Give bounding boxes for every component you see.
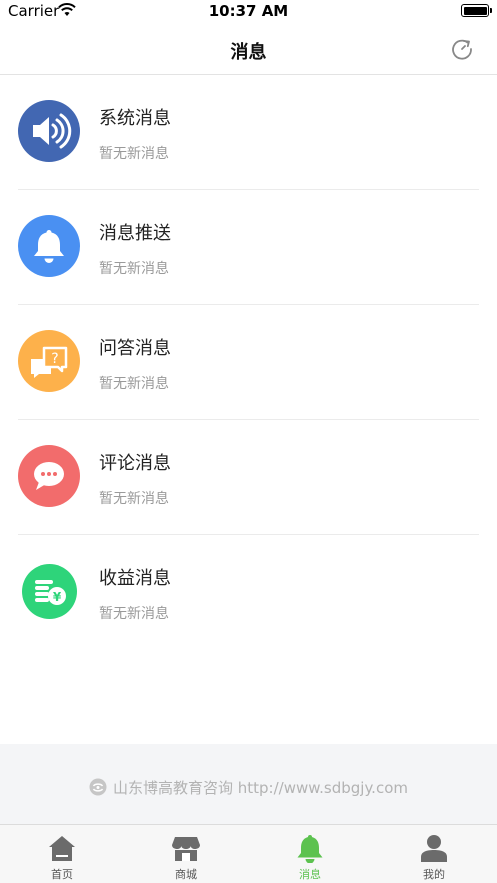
tab-label: 消息 (299, 868, 321, 881)
nav-bar: 消息 (0, 24, 497, 75)
tab-home[interactable]: 首页 (0, 825, 124, 883)
bell-icon (297, 835, 323, 863)
bell-icon (18, 215, 80, 277)
message-subtitle: 暂无新消息 (99, 376, 169, 392)
svg-text:?: ? (51, 351, 58, 367)
coins-yen-icon: ¥ (22, 564, 77, 619)
page-title: 消息 (230, 42, 267, 63)
message-subtitle: 暂无新消息 (99, 261, 169, 277)
message-title: 收益消息 (99, 568, 171, 589)
company-logo-icon (89, 778, 107, 796)
tab-label: 我的 (423, 868, 445, 881)
battery-icon (461, 4, 492, 17)
message-title: 系统消息 (99, 108, 171, 129)
footer-text: 山东博高教育咨询 http://www.sdbgjy.com (112, 779, 408, 797)
message-item-comment[interactable]: 评论消息 暂无新消息 (0, 420, 497, 535)
refresh-icon[interactable] (449, 36, 475, 62)
message-item-system[interactable]: 系统消息 暂无新消息 (0, 75, 497, 190)
message-item-qa[interactable]: ? 问答消息 暂无新消息 (0, 305, 497, 420)
clock: 10:37 AM (208, 2, 289, 20)
user-icon (421, 835, 447, 862)
message-list: 系统消息 暂无新消息 消息推送 暂无新消息 ? 问答消息 暂无新消息 评论消息 … (0, 75, 497, 650)
message-subtitle: 暂无新消息 (99, 146, 169, 162)
store-icon (172, 837, 200, 861)
message-subtitle: 暂无新消息 (99, 606, 169, 622)
tab-label: 首页 (51, 868, 73, 881)
message-item-earnings[interactable]: ¥ 收益消息 暂无新消息 (0, 535, 497, 650)
message-title: 消息推送 (99, 223, 171, 244)
footer: 山东博高教育咨询 http://www.sdbgjy.com (0, 744, 497, 824)
message-subtitle: 暂无新消息 (99, 491, 169, 507)
svg-text:¥: ¥ (53, 590, 62, 604)
comment-icon (18, 445, 80, 507)
home-icon (49, 836, 75, 861)
speaker-icon (18, 100, 80, 162)
message-title: 问答消息 (99, 338, 171, 359)
status-bar: Carrier 10:37 AM (0, 0, 497, 24)
tab-store[interactable]: 商城 (124, 825, 248, 883)
tab-label: 商城 (175, 868, 197, 881)
question-icon: ? (18, 330, 80, 392)
tab-messages[interactable]: 消息 (248, 825, 372, 883)
message-title: 评论消息 (99, 453, 171, 474)
tab-profile[interactable]: 我的 (372, 825, 496, 883)
message-item-push[interactable]: 消息推送 暂无新消息 (0, 190, 497, 305)
tab-bar: 首页 商城 消息 我的 (0, 824, 497, 883)
